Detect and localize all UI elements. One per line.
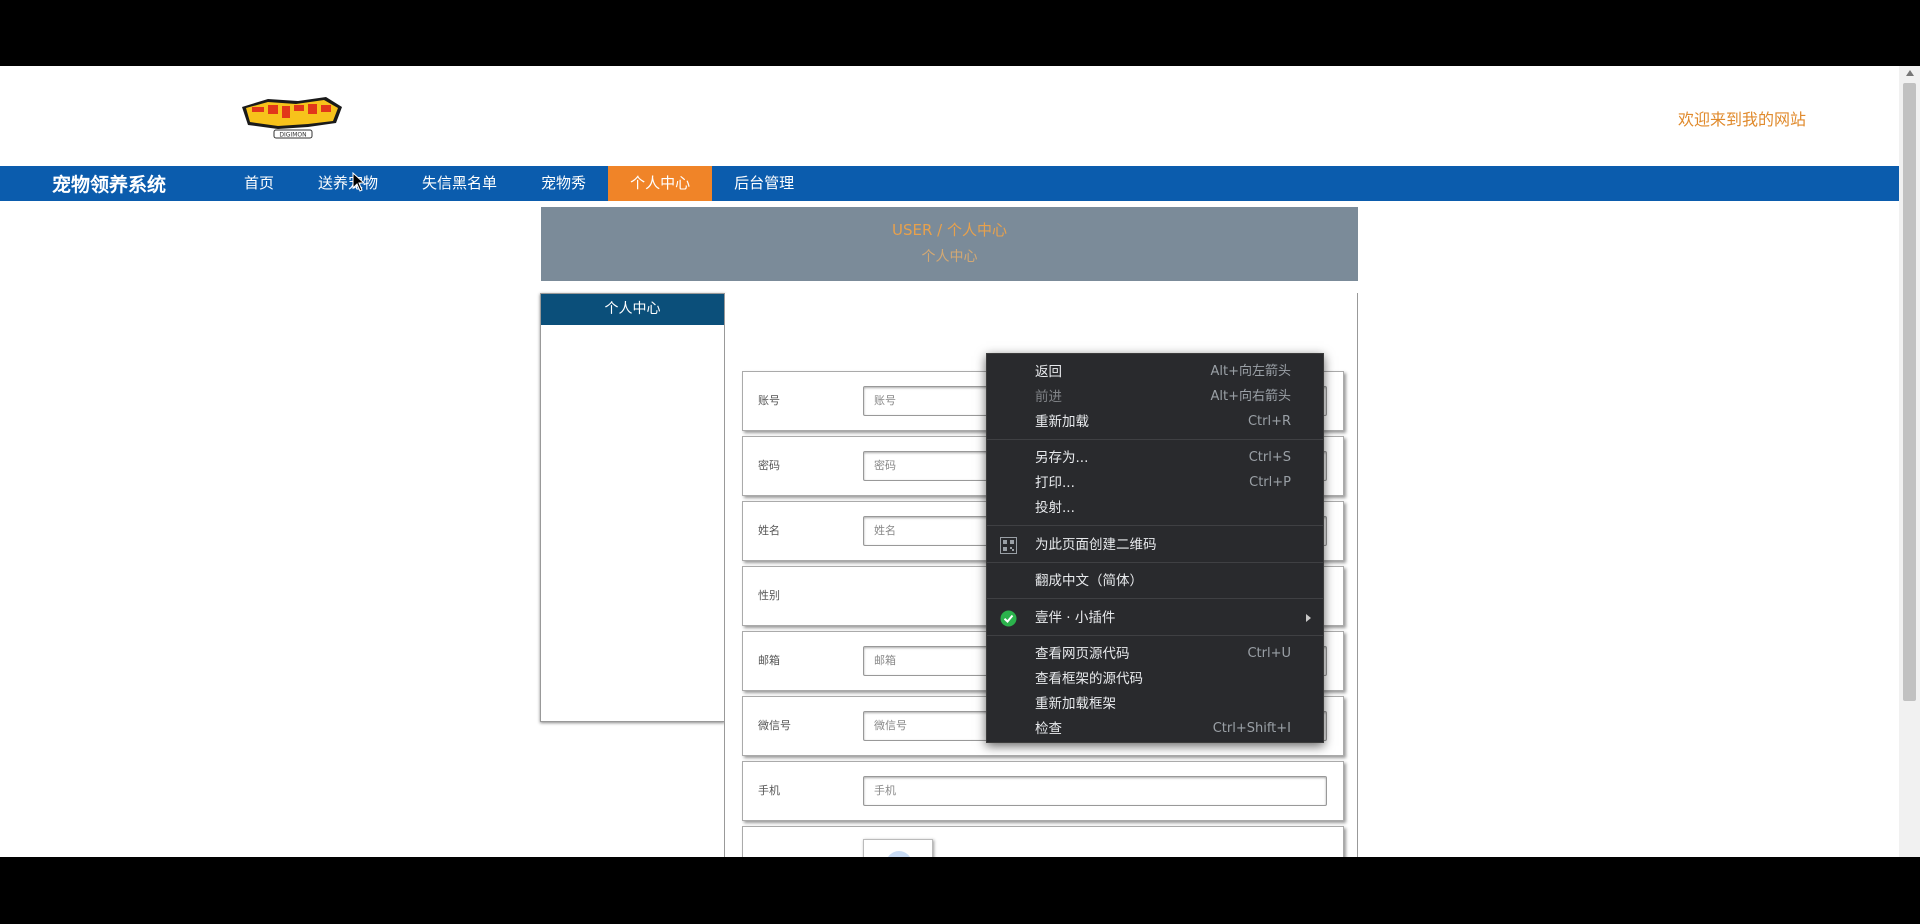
wechat-label: 微信号 xyxy=(758,719,791,732)
menu-label: 重新加载框架 xyxy=(1035,696,1116,712)
menu-item-inspect[interactable]: 检查 Ctrl+Shift+I xyxy=(987,717,1323,741)
submenu-arrow-icon xyxy=(1306,614,1311,622)
menu-label: 另存为... xyxy=(1035,450,1089,466)
site-header: DIGIMON 欢迎来到我的网站 xyxy=(0,66,1899,166)
nav-item-pet-show[interactable]: 宠物秀 xyxy=(519,166,608,201)
menu-shortcut: Alt+向左箭头 xyxy=(1210,364,1292,379)
menu-label: 前进 xyxy=(1035,389,1062,405)
gender-label: 性别 xyxy=(758,589,780,602)
phone-input[interactable]: 手机 xyxy=(863,776,1327,806)
nav-item-send-pet[interactable]: 送养宠物 xyxy=(296,166,400,201)
menu-item-translate[interactable]: 翻成中文（简体） xyxy=(987,569,1323,593)
brand-title[interactable]: 宠物领养系统 xyxy=(52,170,222,197)
menu-item-print[interactable]: 打印... Ctrl+P xyxy=(987,471,1323,495)
menu-label: 打印... xyxy=(1035,475,1075,491)
nav-item-admin[interactable]: 后台管理 xyxy=(712,166,816,201)
avatar-upload[interactable] xyxy=(863,839,933,857)
menu-separator xyxy=(987,439,1323,440)
menu-separator xyxy=(987,598,1323,599)
nav-item-blacklist[interactable]: 失信黑名单 xyxy=(400,166,519,201)
menu-separator xyxy=(987,635,1323,636)
menu-shortcut: Ctrl+S xyxy=(1248,450,1291,465)
sidebar-title[interactable]: 个人中心 xyxy=(541,294,724,325)
menu-separator xyxy=(987,525,1323,526)
avatar-placeholder-icon xyxy=(864,840,932,857)
menu-shortcut: Ctrl+R xyxy=(1247,414,1291,429)
menu-shortcut: Ctrl+Shift+I xyxy=(1212,721,1291,736)
nav-item-personal-center[interactable]: 个人中心 xyxy=(608,166,713,201)
main-nav: 宠物领养系统 首页 送养宠物 失信黑名单 宠物秀 个人中心 后台管理 xyxy=(0,166,1899,201)
scroll-thumb[interactable] xyxy=(1903,83,1916,701)
menu-item-plugin[interactable]: 壹伴 · 小插件 xyxy=(987,606,1323,630)
sidebar: 个人中心 xyxy=(540,293,725,722)
mouse-cursor-icon xyxy=(352,172,366,192)
menu-item-view-frame-source[interactable]: 查看框架的源代码 xyxy=(987,667,1323,691)
password-label: 密码 xyxy=(758,459,780,472)
context-menu: 返回 Alt+向左箭头 前进 Alt+向右箭头 重新加载 Ctrl+R 另存为.… xyxy=(986,353,1324,743)
menu-shortcut: Alt+向右箭头 xyxy=(1210,389,1292,404)
menu-label: 翻成中文（简体） xyxy=(1035,573,1143,589)
menu-label: 壹伴 · 小插件 xyxy=(1035,610,1116,626)
menu-shortcut: Ctrl+U xyxy=(1247,646,1291,661)
menu-label: 返回 xyxy=(1035,364,1062,380)
qr-code-icon xyxy=(1000,537,1017,554)
site-logo[interactable]: DIGIMON xyxy=(238,93,346,141)
menu-item-forward[interactable]: 前进 Alt+向右箭头 xyxy=(987,385,1323,409)
menu-label: 查看网页源代码 xyxy=(1035,646,1130,662)
page-scrollbar[interactable] xyxy=(1899,66,1920,857)
welcome-text: 欢迎来到我的网站 xyxy=(1677,110,1806,129)
name-label: 姓名 xyxy=(758,524,780,537)
nav-item-home[interactable]: 首页 xyxy=(222,166,296,201)
menu-item-reload[interactable]: 重新加载 Ctrl+R xyxy=(987,410,1323,434)
page-banner: USER / 个人中心 个人中心 xyxy=(541,207,1358,281)
account-label: 账号 xyxy=(758,394,780,407)
menu-item-back[interactable]: 返回 Alt+向左箭头 xyxy=(987,360,1323,384)
form-row-avatar xyxy=(742,826,1344,857)
menu-label: 为此页面创建二维码 xyxy=(1035,537,1157,553)
menu-label: 查看框架的源代码 xyxy=(1035,671,1143,687)
scroll-up-icon[interactable] xyxy=(1906,70,1914,76)
logo-text: DIGIMON xyxy=(279,132,306,139)
menu-label: 重新加载 xyxy=(1035,414,1089,430)
banner-title: USER / 个人中心 xyxy=(892,221,1007,239)
menu-item-create-qr[interactable]: 为此页面创建二维码 xyxy=(987,533,1323,557)
banner-subtitle: 个人中心 xyxy=(921,249,978,265)
menu-item-view-source[interactable]: 查看网页源代码 Ctrl+U xyxy=(987,642,1323,666)
plugin-check-icon xyxy=(1000,610,1017,627)
browser-viewport: DIGIMON 欢迎来到我的网站 宠物领养系统 首页 送养宠物 失信黑名单 宠物… xyxy=(0,66,1920,857)
form-row-phone: 手机 手机 xyxy=(742,761,1344,821)
menu-separator xyxy=(987,562,1323,563)
menu-label: 检查 xyxy=(1035,721,1062,737)
menu-label: 投射... xyxy=(1035,500,1075,516)
phone-label: 手机 xyxy=(758,784,780,797)
menu-item-save-as[interactable]: 另存为... Ctrl+S xyxy=(987,446,1323,470)
email-label: 邮箱 xyxy=(758,654,780,667)
menu-item-cast[interactable]: 投射... xyxy=(987,496,1323,520)
menu-item-reload-frame[interactable]: 重新加载框架 xyxy=(987,692,1323,716)
menu-shortcut: Ctrl+P xyxy=(1249,475,1291,490)
